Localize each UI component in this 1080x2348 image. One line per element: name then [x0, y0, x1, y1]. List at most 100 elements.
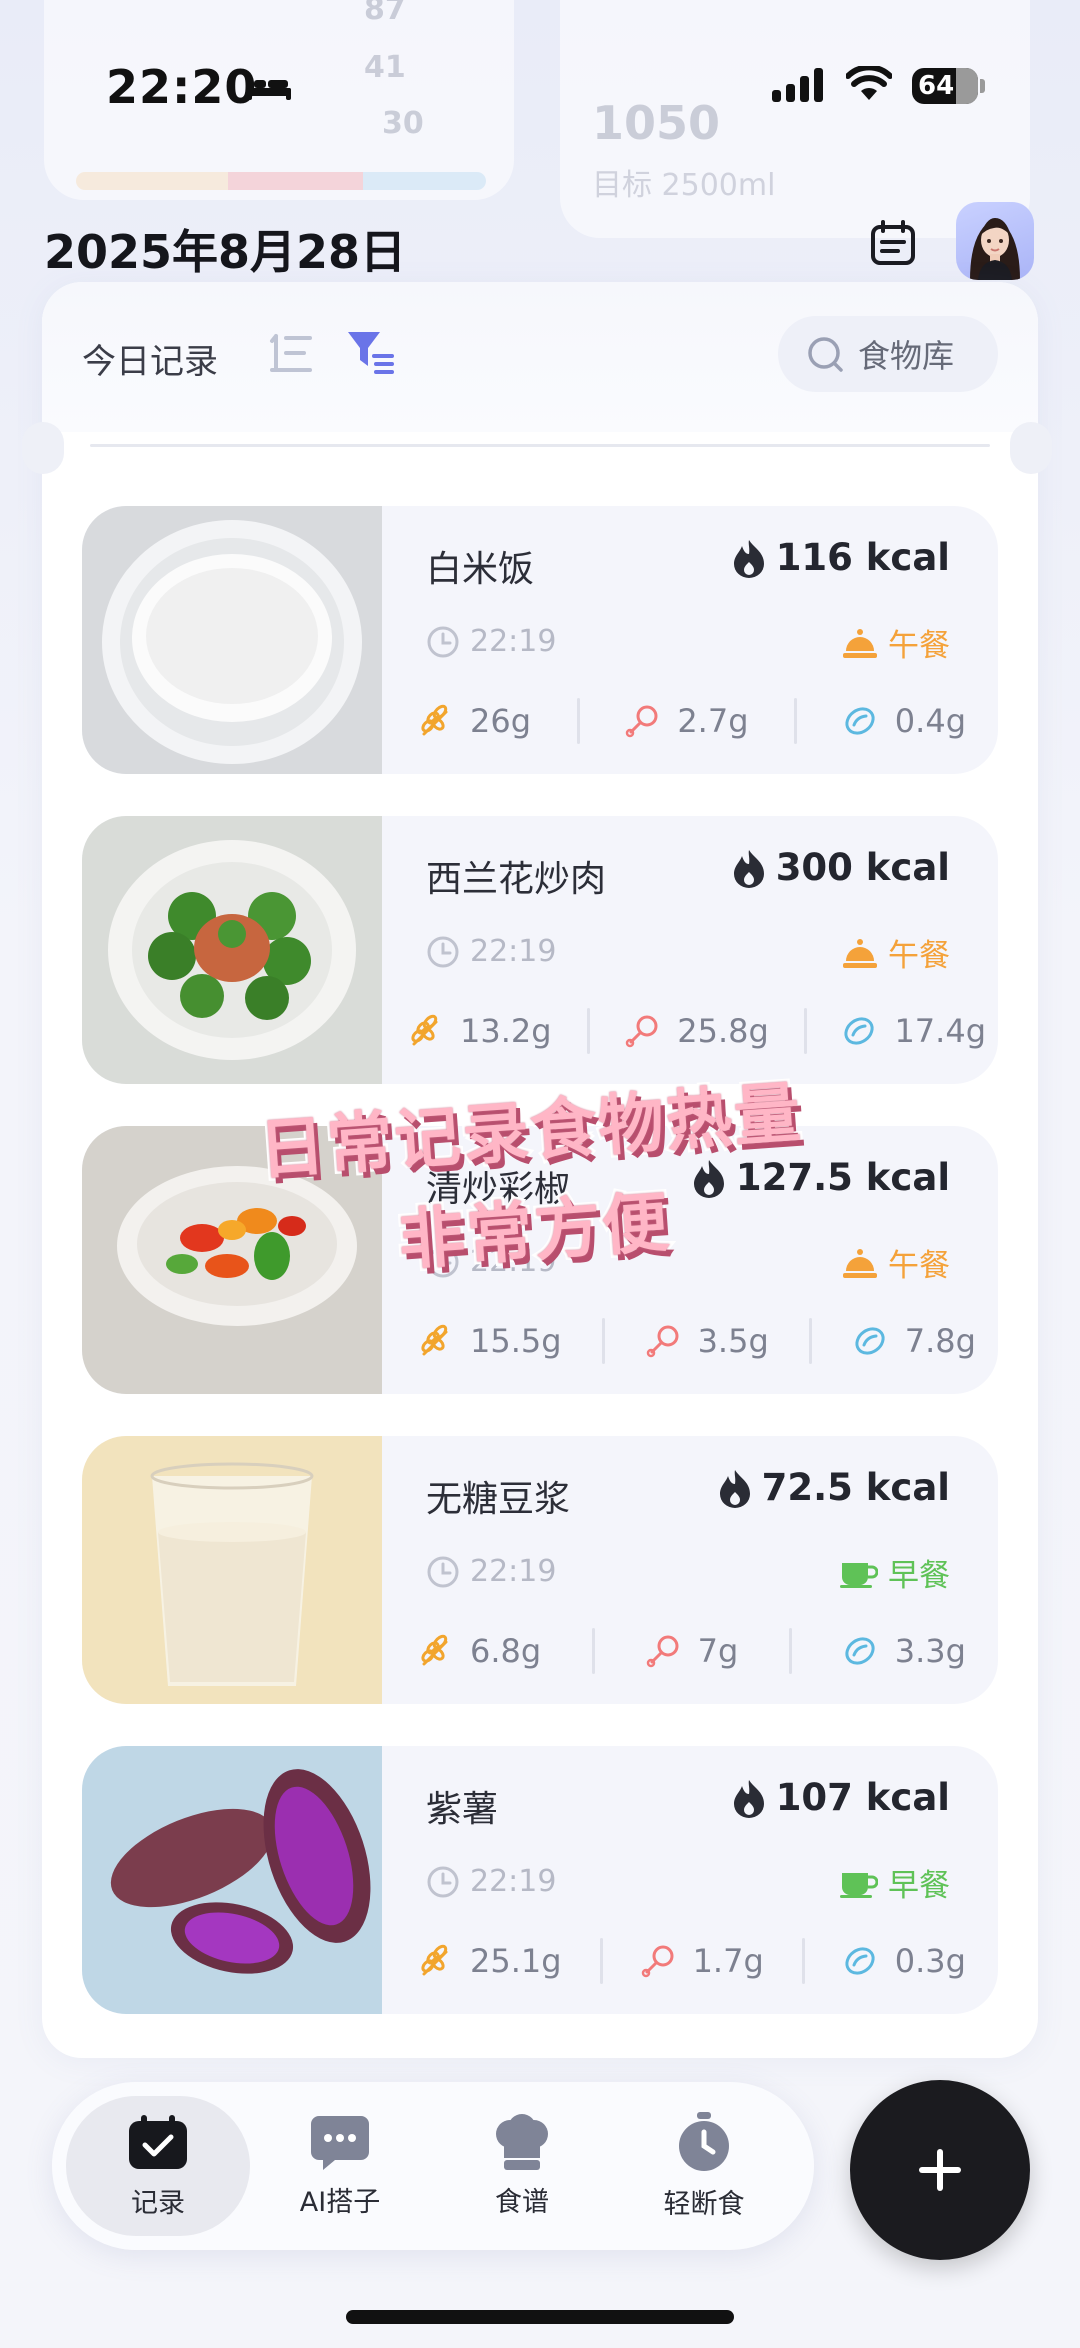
add-food-button[interactable] [850, 2080, 1030, 2260]
oil-drop-icon [855, 1327, 885, 1355]
food-list-item[interactable]: 西兰花炒肉 300 kcal 22:19 午餐 13.2g 25.8g 17.4… [82, 816, 998, 1084]
food-time-value: 22:19 [470, 1554, 557, 1589]
drumstick-icon [646, 1635, 679, 1668]
oil-drop-icon [845, 1947, 875, 1975]
sleep-focus-icon [247, 76, 291, 100]
macro-row: 25.1g 1.7g 0.3g [418, 1938, 966, 1984]
food-calories: 300 kcal [730, 846, 950, 889]
filter-icon[interactable] [346, 328, 396, 376]
wheat-icon [421, 1944, 448, 1976]
wheat-icon [411, 1014, 438, 1046]
search-icon [808, 337, 843, 372]
carb-value: 15.5g [470, 1322, 562, 1360]
meal-tag: 午餐 [842, 620, 950, 665]
meal-tag: 早餐 [840, 1550, 950, 1595]
macro-row: 26g 2.7g 0.4g [418, 698, 966, 744]
calendar-icon [871, 220, 915, 265]
fat-value: 3.3g [894, 1632, 966, 1670]
fat-value: 7.8g [904, 1322, 976, 1360]
protein-value: 2.7g [677, 702, 749, 740]
protein-value: 25.8g [677, 1012, 769, 1050]
cellular-signal-icon [772, 68, 823, 102]
macro-separator [789, 1628, 793, 1674]
flame-icon [733, 1779, 764, 1818]
drumstick-icon [625, 1015, 658, 1048]
clock-icon [427, 1866, 459, 1897]
macro-separator [794, 698, 798, 744]
card-divider [90, 444, 990, 447]
food-name: 紫薯 [426, 1789, 499, 1830]
sort-icon[interactable] [268, 330, 314, 376]
nav-item-ai-buddy[interactable]: AI搭子 [248, 2096, 432, 2236]
oil-drop-icon [845, 1637, 875, 1665]
home-indicator[interactable] [346, 2310, 734, 2324]
macro-separator [602, 1318, 606, 1364]
wheat-icon [421, 1324, 448, 1356]
food-list-item[interactable]: 紫薯 107 kcal 22:19 早餐 25.1g 1.7g 0.3g [82, 1746, 998, 2014]
nav-item-record[interactable]: 记录 [66, 2096, 250, 2236]
food-calories: 72.5 kcal [716, 1466, 950, 1509]
food-list-item[interactable]: 清炒彩椒 127.5 kcal 22:19 午餐 15.5g 3.5g 7.8g [82, 1126, 998, 1394]
nav-label: 记录 [131, 2187, 185, 2219]
status-bar: 22:20 64 [0, 0, 1080, 170]
macro-separator [576, 698, 580, 744]
page-date-title[interactable]: 2025年8月28日 [44, 216, 406, 282]
flame-icon [693, 1159, 724, 1198]
meal-tag-label: 早餐 [888, 1558, 950, 1594]
protein-value: 3.5g [697, 1322, 769, 1360]
food-library-button[interactable]: 食物库 [778, 316, 998, 392]
food-calories-value: 72.5 kcal [761, 1466, 950, 1509]
calendar-button[interactable] [860, 210, 926, 276]
fat-stat: 17.4g [842, 1012, 986, 1050]
fat-stat: 0.3g [843, 1942, 966, 1980]
fat-stat: 3.3g [843, 1632, 966, 1670]
wifi-icon [846, 66, 892, 100]
drumstick-icon [626, 705, 658, 738]
white-rice-photo [82, 506, 382, 774]
wheat-icon [421, 1634, 448, 1666]
cloche-icon [843, 1248, 877, 1278]
battery-level: 64 [918, 71, 955, 101]
nav-item-recipes[interactable]: 食谱 [430, 2096, 614, 2236]
protein-stat: 25.8g [625, 1012, 769, 1050]
broccoli-pork-photo [82, 816, 382, 1084]
food-calories-value: 127.5 kcal [735, 1156, 950, 1199]
macro-separator [599, 1938, 603, 1984]
flame-icon [733, 849, 764, 888]
meal-tag: 早餐 [840, 1860, 950, 1905]
meal-tag-label: 早餐 [888, 1868, 950, 1904]
food-name: 无糖豆浆 [426, 1479, 571, 1520]
protein-value: 7g [697, 1632, 739, 1670]
macro-separator [591, 1628, 595, 1674]
wheat-icon [421, 704, 448, 736]
food-calories-value: 107 kcal [775, 1776, 950, 1819]
macro-row: 6.8g 7g 3.3g [418, 1628, 966, 1674]
carb-stat: 6.8g [418, 1632, 541, 1670]
nav-label: 轻断食 [663, 2188, 745, 2220]
chef-hat-icon [496, 2113, 548, 2170]
meal-tag-label: 午餐 [888, 628, 950, 664]
fat-stat: 0.4g [843, 702, 966, 740]
macro-separator [809, 1318, 813, 1364]
carb-stat: 26g [418, 702, 531, 740]
nav-label: 食谱 [495, 2186, 549, 2218]
drumstick-icon [646, 1325, 679, 1358]
food-calories: 116 kcal [730, 536, 950, 579]
fat-value: 17.4g [894, 1012, 986, 1050]
purple-sweet-potato-photo [82, 1746, 382, 2014]
calendar-check-icon [129, 2114, 187, 2169]
carb-stat: 15.5g [418, 1322, 562, 1360]
avatar[interactable] [956, 202, 1034, 280]
clock-icon [427, 626, 459, 657]
flame-icon [733, 539, 764, 578]
nav-item-fasting[interactable]: 轻断食 [612, 2096, 796, 2236]
food-list-item[interactable]: 无糖豆浆 72.5 kcal 22:19 早餐 6.8g 7g 3.3g [82, 1436, 998, 1704]
food-name: 西兰花炒肉 [426, 859, 607, 900]
food-time-value: 22:19 [470, 1864, 557, 1899]
food-library-label: 食物库 [858, 337, 955, 375]
protein-value: 1.7g [692, 1942, 764, 1980]
macro-row: 13.2g 25.8g 17.4g [408, 1008, 986, 1054]
food-list-item[interactable]: 白米饭 116 kcal 22:19 午餐 26g 2.7g 0.4g [82, 506, 998, 774]
food-time: 22:19 [426, 1864, 556, 1899]
meal-tag-label: 午餐 [888, 1248, 950, 1284]
